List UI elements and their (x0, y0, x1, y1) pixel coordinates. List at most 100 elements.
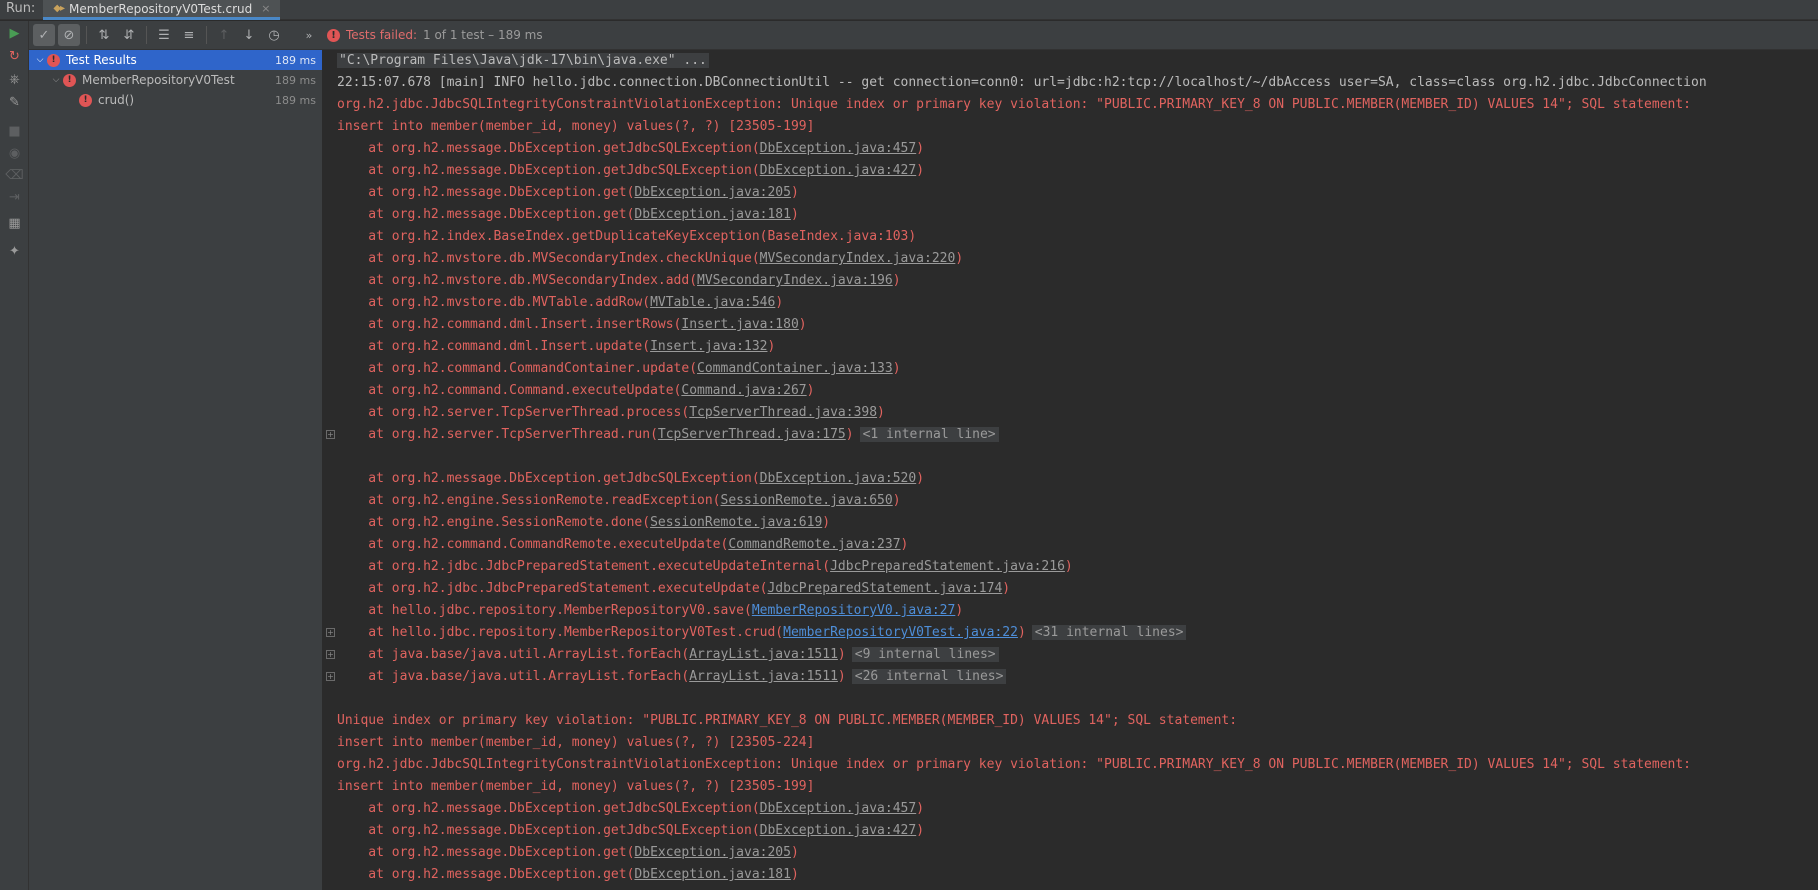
source-link[interactable]: DbException.java:205 (634, 185, 791, 200)
sort-duration-icon[interactable]: ⇵ (118, 24, 140, 46)
source-link[interactable]: ArrayList.java:1511 (689, 669, 838, 684)
stack-frame-line: at org.h2.message.DbException.get(DbExce… (324, 864, 1818, 886)
source-link[interactable]: ArrayList.java:1511 (689, 647, 838, 662)
source-link[interactable]: JdbcPreparedStatement.java:174 (767, 581, 1002, 596)
source-link[interactable]: DbException.java:457 (760, 801, 917, 816)
stack-frame-suffix: ) (892, 273, 901, 288)
stack-frame-line: at org.h2.message.DbException.get(DbExce… (324, 842, 1818, 864)
stack-frame-suffix: ) (790, 845, 799, 860)
source-link[interactable]: Insert.java:180 (681, 317, 798, 332)
source-link[interactable]: DbException.java:457 (760, 141, 917, 156)
internal-lines-fold[interactable]: <1 internal line> (859, 427, 999, 442)
stack-frame-text: at org.h2.command.CommandContainer.updat… (337, 361, 698, 376)
internal-lines-fold[interactable]: <9 internal lines> (851, 647, 999, 662)
stack-frame-text: at org.h2.message.DbException.getJdbcSQL… (337, 823, 760, 838)
layout-icon[interactable]: ▦ (4, 213, 25, 234)
stack-frame-line: + at hello.jdbc.repository.MemberReposit… (324, 622, 1818, 644)
fold-expand-icon[interactable]: + (326, 628, 335, 637)
stack-frame-suffix: ) (892, 361, 901, 376)
fold-expand-icon[interactable]: + (326, 672, 335, 681)
internal-lines-fold[interactable]: <31 internal lines> (1031, 625, 1187, 640)
stack-frame-suffix: ) (767, 339, 776, 354)
expand-all-icon[interactable]: ☰ (153, 24, 175, 46)
stack-frame-line: at org.h2.mvstore.db.MVSecondaryIndex.ch… (324, 248, 1818, 270)
source-link[interactable]: MVTable.java:546 (650, 295, 775, 310)
tree-item[interactable]: ⌵! MemberRepositoryV0Test 189 ms (29, 70, 322, 90)
stack-frame-text: at org.h2.message.DbException.getJdbcSQL… (337, 141, 760, 156)
internal-lines-fold[interactable]: <26 internal lines> (851, 669, 1007, 684)
collapse-all-icon[interactable]: ≡ (178, 24, 200, 46)
trash-icon[interactable]: ⌫ (4, 165, 25, 186)
source-link[interactable]: SessionRemote.java:650 (721, 493, 893, 508)
source-link[interactable]: DbException.java:427 (760, 823, 917, 838)
wrench-icon[interactable]: ✎ (4, 92, 25, 113)
source-link[interactable]: MVSecondaryIndex.java:220 (760, 251, 956, 266)
stack-frame-suffix: ) (916, 163, 925, 178)
tree-item[interactable]: ! crud() 189 ms (29, 90, 322, 110)
source-link[interactable]: DbException.java:427 (760, 163, 917, 178)
more-icon[interactable]: » (298, 24, 320, 46)
stack-frame-line: at org.h2.message.DbException.get(DbExce… (324, 204, 1818, 226)
source-link[interactable]: MemberRepositoryV0.java:27 (752, 603, 956, 618)
stack-frame-line: + at java.base/java.util.ArrayList.forEa… (324, 666, 1818, 688)
next-failed-icon[interactable]: ↓ (238, 24, 260, 46)
show-passed-icon[interactable]: ✓ (33, 24, 55, 46)
source-link[interactable]: DbException.java:520 (760, 471, 917, 486)
source-link[interactable]: SessionRemote.java:619 (650, 515, 822, 530)
stack-frame-suffix: ) (955, 251, 964, 266)
stop-icon[interactable]: ■ (4, 121, 25, 142)
stack-frame-suffix: ) (1064, 559, 1073, 574)
sort-alpha-icon[interactable]: ⇅ (93, 24, 115, 46)
test-results-tree: ⌵! Test Results 189 ms ⌵! MemberRepositoryV0… (29, 50, 323, 890)
close-icon[interactable]: × (261, 2, 270, 15)
source-link[interactable]: JdbcPreparedStatement.java:216 (830, 559, 1065, 574)
stack-frame-line: at org.h2.jdbc.JdbcPreparedStatement.exe… (324, 556, 1818, 578)
stack-frame-line: at hello.jdbc.repository.MemberRepositor… (324, 600, 1818, 622)
rerun-icon[interactable]: ▶ (4, 23, 25, 44)
source-link[interactable]: DbException.java:181 (634, 867, 791, 882)
failed-test-icon: ! (79, 93, 92, 107)
stack-frame-suffix: ) (822, 515, 831, 530)
run-config-tab[interactable]: ◆▸ MemberRepositoryV0Test.crud × (43, 0, 281, 20)
fold-expand-icon[interactable]: + (326, 430, 335, 439)
stack-frame-line: + at org.h2.server.TcpServerThread.run(T… (324, 424, 1818, 446)
stack-frame-line: at org.h2.command.dml.Insert.update(Inse… (324, 336, 1818, 358)
stack-frame-text: at org.h2.message.DbException.get( (337, 185, 635, 200)
stack-frame-text: at hello.jdbc.repository.MemberRepositor… (337, 625, 784, 640)
source-link[interactable]: TcpServerThread.java:398 (689, 405, 877, 420)
source-link[interactable]: CommandContainer.java:133 (697, 361, 893, 376)
source-link[interactable]: Insert.java:132 (650, 339, 767, 354)
stack-frame-text: at org.h2.jdbc.JdbcPreparedStatement.exe… (337, 581, 768, 596)
tree-item[interactable]: ⌵! Test Results 189 ms (29, 50, 322, 70)
stack-frame-suffix: ) (955, 603, 964, 618)
source-link[interactable]: CommandRemote.java:237 (728, 537, 900, 552)
chevron-down-icon[interactable]: ⌵ (33, 55, 47, 65)
exit-icon[interactable]: ⇥ (4, 187, 25, 208)
console-command-line[interactable]: "C:\Program Files\Java\jdk-17\bin\java.e… (324, 50, 1818, 72)
console-error-line: org.h2.jdbc.JdbcSQLIntegrityConstraintVi… (337, 97, 1692, 112)
stack-frame-text: at org.h2.command.CommandRemote.executeU… (337, 537, 729, 552)
source-link[interactable]: MemberRepositoryV0Test.java:22 (783, 625, 1018, 640)
stack-frame-suffix: ) (837, 647, 846, 662)
stack-frame-suffix: ) (775, 295, 784, 310)
stack-frame-line: at org.h2.command.CommandRemote.executeU… (324, 534, 1818, 556)
camera-icon[interactable]: ◉ (4, 143, 25, 164)
source-link[interactable]: DbException.java:205 (634, 845, 791, 860)
fold-expand-icon[interactable]: + (326, 650, 335, 659)
source-link[interactable]: TcpServerThread.java:175 (658, 427, 846, 442)
history-icon[interactable]: ◷ (263, 24, 285, 46)
command-text[interactable]: "C:\Program Files\Java\jdk-17\bin\java.e… (337, 53, 709, 68)
stack-frame-text: at org.h2.mvstore.db.MVTable.addRow( (337, 295, 651, 310)
source-link[interactable]: MVSecondaryIndex.java:196 (697, 273, 893, 288)
source-link[interactable]: DbException.java:181 (634, 207, 791, 222)
tree-item-duration: 189 ms (275, 53, 316, 67)
rerun-failed-icon[interactable]: ↻ (4, 46, 25, 67)
status-summary: 1 of 1 test – 189 ms (423, 28, 543, 42)
pin-icon[interactable]: ✦ (4, 241, 25, 262)
show-ignored-icon[interactable]: ⊘ (58, 24, 80, 46)
previous-failed-icon[interactable]: ↑ (213, 24, 235, 46)
source-link[interactable]: Command.java:267 (681, 383, 806, 398)
debug-icon[interactable]: ⎈ (4, 69, 25, 90)
chevron-down-icon[interactable]: ⌵ (49, 75, 63, 85)
stack-frame-line: at org.h2.engine.SessionRemote.done(Sess… (324, 512, 1818, 534)
